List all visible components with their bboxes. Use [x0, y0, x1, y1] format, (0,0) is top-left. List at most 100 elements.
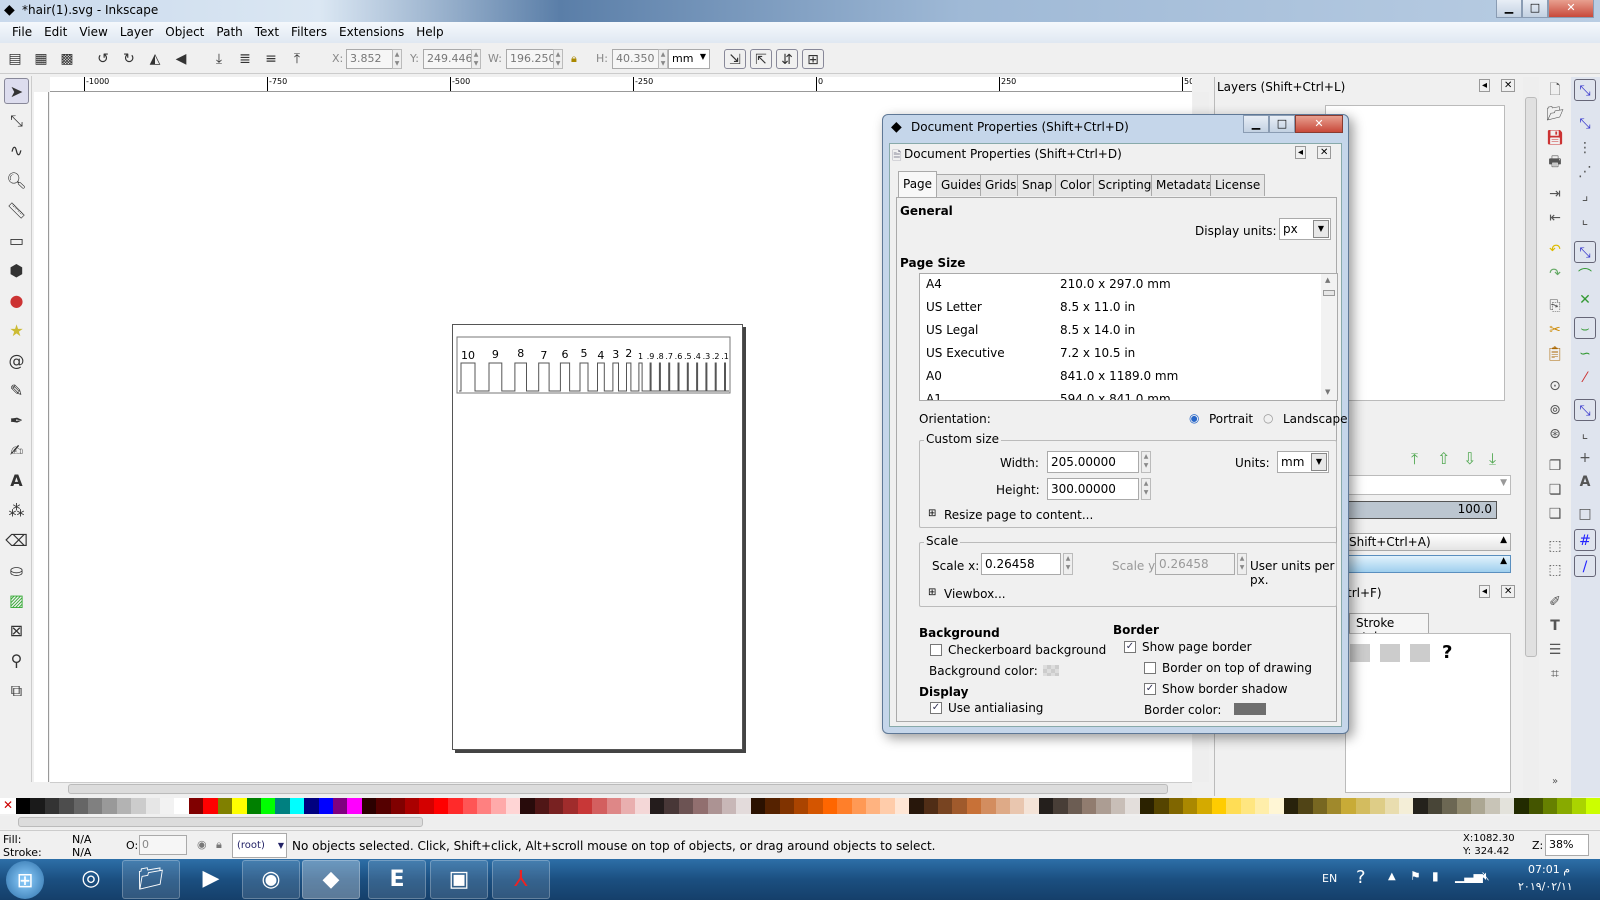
color-swatch[interactable]: [592, 798, 607, 814]
color-swatch[interactable]: [649, 798, 665, 814]
color-swatch[interactable]: [1571, 798, 1587, 814]
menu-view[interactable]: View: [73, 22, 113, 43]
menu-file[interactable]: File: [6, 22, 38, 43]
display-units-select[interactable]: px ▼: [1279, 218, 1331, 240]
color-swatch[interactable]: [1514, 798, 1529, 814]
save-icon[interactable]: 💾︎: [1544, 127, 1566, 149]
no-paint-swatch[interactable]: ✕: [0, 798, 16, 814]
color-palette[interactable]: ✕: [0, 798, 1600, 814]
expanded-panel-header[interactable]: ▲: [1345, 555, 1511, 573]
antialiasing-label[interactable]: Use antialiasing: [948, 701, 1043, 715]
rotate-ccw-icon[interactable]: ↺: [92, 49, 114, 69]
color-swatch[interactable]: [1067, 798, 1083, 814]
layer-to-top-icon[interactable]: ⤒: [1411, 449, 1418, 469]
color-swatch[interactable]: [404, 798, 420, 814]
ellipse-tool-icon[interactable]: ●: [4, 288, 29, 314]
color-swatch[interactable]: [621, 798, 636, 814]
node-tool-icon[interactable]: ⤡: [4, 108, 29, 134]
color-swatch[interactable]: [1154, 798, 1169, 814]
layer-lock-icon[interactable]: 🔒︎: [216, 838, 222, 852]
menu-layer[interactable]: Layer: [114, 22, 159, 43]
color-swatch[interactable]: [376, 798, 391, 814]
clock-time[interactable]: 07:01 م: [1528, 863, 1570, 876]
zoom-selection-icon[interactable]: ⊙: [1544, 375, 1566, 397]
scale-stroke-toggle[interactable]: ⇲: [724, 49, 746, 69]
image-viewer-taskbar-icon[interactable]: ▣: [430, 860, 488, 899]
zoom-tool-icon[interactable]: 🔍︎: [4, 168, 29, 194]
select-all-icon[interactable]: ▤: [4, 49, 26, 69]
minimize-button[interactable]: ▁: [1496, 0, 1522, 18]
color-swatch[interactable]: [750, 798, 766, 814]
snap-text-baseline-icon[interactable]: A: [1574, 471, 1596, 493]
stroke-value[interactable]: N/A: [72, 846, 91, 859]
xml-editor-icon[interactable]: ⌗: [1544, 663, 1566, 685]
snap-midpoint-icon[interactable]: ⁄: [1574, 367, 1596, 389]
language-indicator[interactable]: EN: [1322, 872, 1337, 885]
zoom-page-icon[interactable]: ⊛: [1544, 423, 1566, 445]
color-swatch[interactable]: [1312, 798, 1327, 814]
color-swatch[interactable]: [361, 798, 377, 814]
layer-lower-icon[interactable]: ⇩: [1463, 449, 1476, 468]
color-swatch[interactable]: [808, 798, 823, 814]
media-player-taskbar-icon[interactable]: ▶: [182, 860, 240, 899]
tab-color[interactable]: Color: [1055, 174, 1097, 196]
color-swatch[interactable]: [563, 798, 578, 814]
copy-icon[interactable]: ⎘: [1544, 295, 1566, 317]
snap-intersection-icon[interactable]: ✕: [1574, 289, 1596, 311]
color-swatch[interactable]: [1254, 798, 1270, 814]
clock-date[interactable]: ٢٠١٩/٠٢/١١: [1518, 880, 1573, 893]
color-swatch[interactable]: [160, 798, 175, 814]
color-swatch[interactable]: [390, 798, 405, 814]
dock-scrollbar[interactable]: [1523, 77, 1539, 796]
color-swatch[interactable]: [289, 798, 305, 814]
page-size-row[interactable]: US Letter 8.5 x 11.0 in: [920, 300, 1320, 320]
palette-scrollbar[interactable]: [0, 816, 1600, 829]
color-swatch[interactable]: [1355, 798, 1371, 814]
h-spinner[interactable]: ▲ ▼: [658, 49, 668, 69]
more-icon[interactable]: »: [1544, 771, 1566, 793]
tweak-tool-icon[interactable]: ∿: [4, 138, 29, 164]
color-swatch[interactable]: [246, 798, 261, 814]
swatch-icon[interactable]: [1410, 644, 1430, 662]
color-swatch[interactable]: [304, 798, 319, 814]
menu-extensions[interactable]: Extensions: [333, 22, 410, 43]
tab-metadata[interactable]: Metadata: [1151, 174, 1218, 196]
start-button[interactable]: ⊞: [6, 861, 44, 899]
color-swatch[interactable]: [275, 798, 290, 814]
rectangle-tool-icon[interactable]: ▭: [4, 228, 29, 254]
width-spinner[interactable]: ▲ ▼: [1141, 451, 1151, 473]
color-swatch[interactable]: [1341, 798, 1356, 814]
text-font-icon[interactable]: T: [1544, 615, 1566, 637]
menu-text[interactable]: Text: [249, 22, 285, 43]
cut-icon[interactable]: ✂: [1544, 319, 1566, 341]
snap-enable-toggle[interactable]: ⤡: [1574, 79, 1596, 101]
color-swatch[interactable]: [765, 798, 780, 814]
color-swatch[interactable]: [1082, 798, 1097, 814]
horizontal-scrollbar[interactable]: [50, 782, 1192, 795]
menu-help[interactable]: Help: [410, 22, 449, 43]
comb-drawing[interactable]: 10 9 8 7 6 5 4 3 2 1 .9.8.7.6.5.4.3.2.1: [453, 325, 744, 751]
blend-mode-select[interactable]: ▼: [1345, 475, 1511, 495]
raise-to-top-icon[interactable]: ⤒: [286, 49, 308, 69]
firefox-taskbar-icon[interactable]: ◉: [242, 860, 300, 899]
zoom-input[interactable]: 38%: [1545, 834, 1589, 856]
landscape-label[interactable]: Landscape: [1283, 412, 1347, 426]
tab-snap[interactable]: Snap: [1017, 174, 1058, 196]
layer-to-bottom-icon[interactable]: ⤓: [1489, 449, 1496, 469]
measure-tool-icon[interactable]: 📏︎: [4, 198, 29, 224]
color-swatch[interactable]: [1485, 798, 1500, 814]
color-swatch[interactable]: [59, 798, 74, 814]
x-input[interactable]: 3.852: [346, 49, 396, 69]
color-swatch[interactable]: [1168, 798, 1183, 814]
close-button[interactable]: ✕: [1548, 0, 1594, 18]
color-swatch[interactable]: [1456, 798, 1472, 814]
color-swatch[interactable]: [448, 798, 463, 814]
border-shadow-checkbox[interactable]: ✓: [1144, 683, 1156, 695]
linear-gradient-icon[interactable]: [1350, 644, 1370, 662]
connector-tool-icon[interactable]: ⧉: [4, 678, 29, 704]
mesh-tool-icon[interactable]: ⊠: [4, 618, 29, 644]
show-page-border-label[interactable]: Show page border: [1142, 640, 1252, 654]
paint-bucket-tool-icon[interactable]: ⛀: [4, 558, 29, 584]
border-color-swatch[interactable]: [1234, 703, 1266, 715]
scale-x-spinner[interactable]: ▲ ▼: [1063, 553, 1073, 575]
